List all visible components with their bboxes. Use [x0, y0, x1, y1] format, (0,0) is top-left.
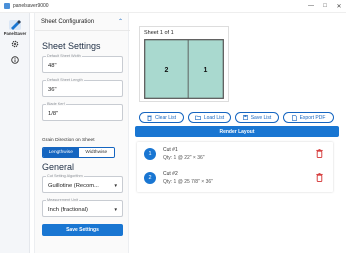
sheet-settings-heading: Sheet Settings — [42, 41, 101, 51]
trash-icon — [147, 115, 152, 121]
nav-rail: PanelSaver — [0, 13, 30, 253]
sheet-length-field[interactable]: Default Sheet Length 36" — [42, 78, 123, 97]
export-pdf-button[interactable]: Export PDF — [283, 112, 334, 123]
sheet-piece-1-label: 1 — [204, 67, 208, 74]
delete-icon[interactable] — [316, 173, 323, 182]
save-list-label: Save List — [250, 114, 272, 121]
sheet-width-label: Default Sheet Width — [46, 54, 82, 58]
sheet-length-value: 36" — [48, 87, 57, 93]
general-heading: General — [42, 162, 75, 172]
cut-name: Cut #1 — [163, 147, 178, 153]
grain-direction-label: Grain Direction on Sheet — [42, 138, 95, 143]
sheet-preview-card: Sheet 1 of 1 2 1 — [139, 26, 229, 102]
measurement-unit-value: Inch (fractional) — [48, 207, 88, 213]
sheet-layout: 2 1 — [144, 39, 224, 99]
algorithm-select[interactable]: Cut Setting Algorithm Guillotine (Recom.… — [42, 174, 123, 193]
export-pdf-label: Export PDF — [299, 114, 326, 121]
dropdown-arrow-icon: ▼ — [113, 207, 118, 212]
blade-kerf-label: Blade Kerf — [46, 102, 66, 106]
grain-widthwise-option[interactable]: Widthwise — [78, 148, 114, 157]
render-layout-button[interactable]: Render Layout — [135, 126, 339, 137]
sheet-length-label: Default Sheet Length — [46, 78, 84, 82]
sheet-width-field[interactable]: Default Sheet Width 48" — [42, 54, 123, 73]
save-settings-button[interactable]: Save Settings — [42, 224, 123, 236]
app-name: PanelSaver — [3, 31, 27, 36]
panel-header[interactable]: Sheet Configuration ⌃ — [35, 13, 130, 31]
app-icon — [4, 3, 10, 9]
title-bar: panelsaver9000 — □ ✕ — [0, 0, 346, 13]
gear-icon[interactable] — [10, 39, 20, 49]
measurement-unit-label: Measurement Unit — [46, 198, 80, 202]
pdf-icon — [291, 114, 297, 121]
algorithm-label: Cut Setting Algorithm — [46, 174, 84, 178]
cut-number-badge: 2 — [144, 172, 156, 184]
clear-list-button[interactable]: Clear List — [139, 112, 184, 123]
cuts-list: 1 Cut #1 Qty: 1 @ 22" × 36" 2 Cut #2 Qty… — [137, 142, 333, 192]
save-icon — [242, 115, 248, 120]
close-button[interactable]: ✕ — [332, 0, 346, 13]
window-controls: — □ ✕ — [304, 0, 346, 13]
grain-direction-toggle: Lengthwise Widthwise — [42, 147, 115, 158]
folder-icon — [194, 115, 201, 120]
clear-list-label: Clear List — [154, 114, 177, 121]
cut-quantity: Qty: 1 @ 22" × 36" — [163, 155, 205, 161]
save-list-button[interactable]: Save List — [235, 112, 279, 123]
sheet-preview-title: Sheet 1 of 1 — [144, 30, 174, 36]
cut-quantity: Qty: 1 @ 25 7/8" × 36" — [163, 179, 213, 185]
blade-kerf-field[interactable]: Blade Kerf 1/8" — [42, 102, 123, 121]
window-title: panelsaver9000 — [13, 3, 49, 9]
settings-panel: Sheet Configuration ⌃ Sheet Settings Def… — [34, 13, 130, 253]
cut-name: Cut #2 — [163, 171, 178, 177]
maximize-button[interactable]: □ — [318, 0, 332, 13]
panel-header-title: Sheet Configuration — [41, 18, 95, 25]
info-icon[interactable] — [10, 55, 20, 65]
blade-kerf-value: 1/8" — [48, 111, 59, 117]
cut-number-badge: 1 — [144, 148, 156, 160]
list-item[interactable]: 2 Cut #2 Qty: 1 @ 25 7/8" × 36" — [137, 168, 333, 190]
sheet-piece-2-label: 2 — [165, 67, 169, 74]
chevron-up-icon[interactable]: ⌃ — [118, 18, 123, 25]
delete-icon[interactable] — [316, 149, 323, 158]
load-list-label: Load List — [203, 114, 225, 121]
measurement-unit-select[interactable]: Measurement Unit Inch (fractional) ▼ — [42, 198, 123, 217]
minimize-button[interactable]: — — [304, 0, 318, 13]
logo-icon[interactable] — [8, 18, 22, 30]
list-item[interactable]: 1 Cut #1 Qty: 1 @ 22" × 36" — [137, 144, 333, 166]
load-list-button[interactable]: Load List — [188, 112, 231, 123]
sheet-width-value: 48" — [48, 63, 57, 69]
algorithm-value: Guillotine (Recom... — [48, 183, 99, 189]
dropdown-arrow-icon: ▼ — [113, 183, 118, 188]
grain-lengthwise-option[interactable]: Lengthwise — [43, 148, 79, 157]
